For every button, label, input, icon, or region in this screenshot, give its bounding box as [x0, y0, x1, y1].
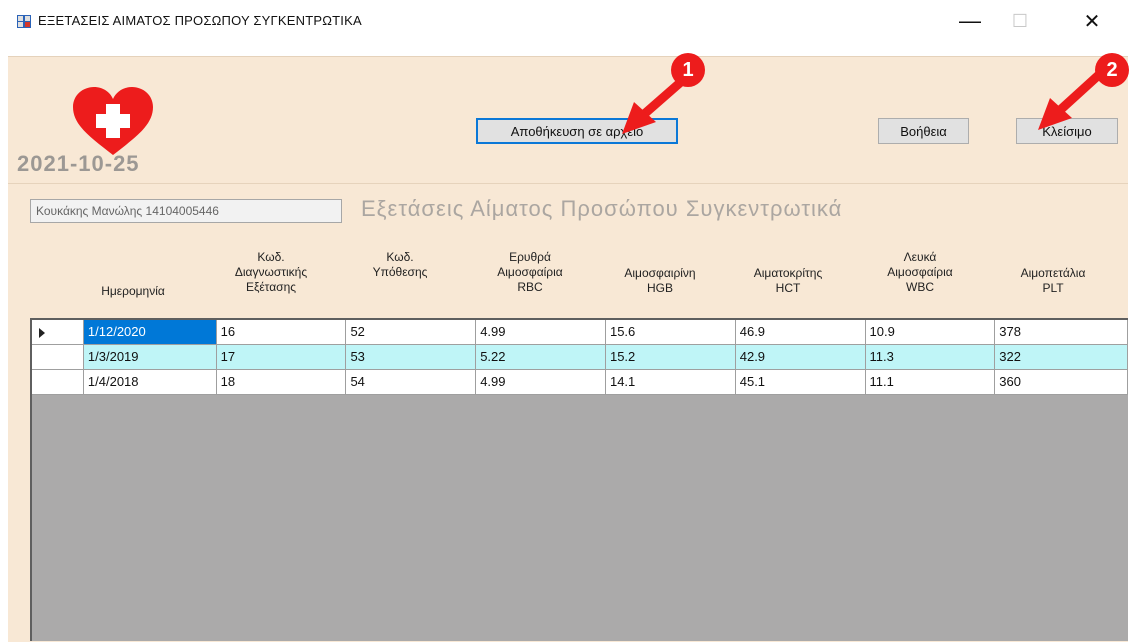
window-title: ΕΞΕΤΑΣΕΙΣ ΑΙΜΑΤΟΣ ΠΡΟΣΩΠΟΥ ΣΥΓΚΕΝΤΡΩΤΙΚΑ: [38, 13, 362, 28]
column-header-line: Αιμοπετάλια: [1020, 266, 1086, 280]
column-header-line: Ερυθρά: [509, 250, 551, 264]
table-row[interactable]: 1/12/2020 16 52 4.99 15.6 46.9 10.9 378: [32, 320, 1129, 345]
table-row[interactable]: 1/3/2019 17 53 5.22 15.2 42.9 11.3 322: [32, 345, 1129, 370]
row-header[interactable]: [32, 320, 84, 345]
column-header-line: HCT: [775, 281, 801, 295]
column-header[interactable]: Λευκά Αιμοσφαίρια WBC: [850, 250, 990, 295]
table-cell[interactable]: 360: [995, 370, 1129, 395]
table-cell[interactable]: 53: [346, 345, 477, 370]
column-header-line: RBC: [517, 280, 543, 294]
column-header[interactable]: Αιματοκρίτης HCT: [718, 266, 858, 296]
column-header-line: Αιμοσφαίρια: [887, 265, 953, 279]
annotation-badge-1: 1: [671, 53, 705, 87]
table-cell[interactable]: 1/3/2019: [83, 345, 217, 370]
patient-field[interactable]: Κουκάκης Μανώλης 14104005446: [30, 199, 342, 223]
column-header[interactable]: Αιμοπετάλια PLT: [983, 266, 1123, 296]
table-cell[interactable]: 17: [216, 345, 347, 370]
column-header-line: Κωδ.: [386, 250, 414, 264]
title-bar: ΕΞΕΤΑΣΕΙΣ ΑΙΜΑΤΟΣ ΠΡΟΣΩΠΟΥ ΣΥΓΚΕΝΤΡΩΤΙΚΑ…: [0, 0, 1135, 44]
row-header[interactable]: [32, 370, 84, 395]
table-cell[interactable]: 11.1: [865, 370, 996, 395]
help-button[interactable]: Βοήθεια: [878, 118, 969, 144]
table-cell[interactable]: 11.3: [865, 345, 996, 370]
current-date: 2021-10-25: [17, 151, 140, 176]
table-cell[interactable]: 54: [346, 370, 477, 395]
table-cell[interactable]: 4.99: [476, 320, 606, 345]
column-header-line: Εξέτασης: [245, 280, 297, 294]
column-header-line: Ημερομηνία: [101, 284, 165, 298]
table-cell[interactable]: 45.1: [735, 370, 866, 395]
row-header[interactable]: [32, 345, 84, 370]
column-header-line: Κωδ.: [257, 250, 285, 264]
column-header-line: Διαγνωστικής: [234, 265, 308, 279]
heart-cross-icon: [73, 87, 153, 155]
column-header-line: Αιμοσφαίρια: [497, 265, 563, 279]
table-row[interactable]: 1/4/2018 18 54 4.99 14.1 45.1 11.1 360: [32, 370, 1129, 395]
column-header-line: Υπόθεσης: [372, 265, 428, 279]
table-cell[interactable]: 42.9: [735, 345, 866, 370]
current-row-marker-icon: [39, 328, 45, 338]
table-cell[interactable]: 1/4/2018: [83, 370, 217, 395]
annotation-arrow-1: [622, 70, 693, 134]
table-cell[interactable]: 46.9: [735, 320, 866, 345]
page-heading: Εξετάσεις Αίματος Προσώπου Συγκεντρωτικά: [361, 196, 843, 221]
column-header[interactable]: Κωδ. Διαγνωστικής Εξέτασης: [201, 250, 341, 295]
table-cell[interactable]: 4.99: [476, 370, 606, 395]
results-grid[interactable]: 1/12/2020 16 52 4.99 15.6 46.9 10.9 378 1/3/2019…: [30, 318, 1129, 641]
table-cell[interactable]: 18: [216, 370, 347, 395]
app-icon: [17, 15, 31, 28]
table-cell[interactable]: 52: [346, 320, 477, 345]
column-header-line: HGB: [646, 281, 673, 295]
column-header[interactable]: Κωδ. Υπόθεσης: [330, 250, 470, 280]
table-cell[interactable]: 322: [995, 345, 1129, 370]
column-header[interactable]: Ερυθρά Αιμοσφαίρια RBC: [460, 250, 600, 295]
column-header-line: Αιμοσφαιρίνη: [624, 266, 696, 280]
minimize-button[interactable]: —: [950, 4, 990, 38]
table-cell[interactable]: 16: [216, 320, 347, 345]
column-header-line: WBC: [906, 280, 934, 294]
annotation-badge-2: 2: [1095, 53, 1129, 87]
table-cell[interactable]: 14.1: [605, 370, 736, 395]
column-header[interactable]: Αιμοσφαιρίνη HGB: [590, 266, 730, 296]
header-divider: [8, 183, 1128, 184]
table-cell[interactable]: 378: [995, 320, 1129, 345]
column-header[interactable]: Ημερομηνία: [63, 284, 203, 299]
column-header-line: Αιματοκρίτης: [753, 266, 823, 280]
maximize-button[interactable]: ☐: [1000, 4, 1040, 38]
table-cell[interactable]: 5.22: [476, 345, 606, 370]
column-header-line: PLT: [1042, 281, 1064, 295]
close-window-button[interactable]: ✕: [1072, 4, 1112, 38]
column-header-line: Λευκά: [903, 250, 937, 264]
table-cell[interactable]: 15.2: [605, 345, 736, 370]
table-cell[interactable]: 1/12/2020: [83, 320, 217, 345]
table-cell[interactable]: 15.6: [605, 320, 736, 345]
table-cell[interactable]: 10.9: [865, 320, 996, 345]
